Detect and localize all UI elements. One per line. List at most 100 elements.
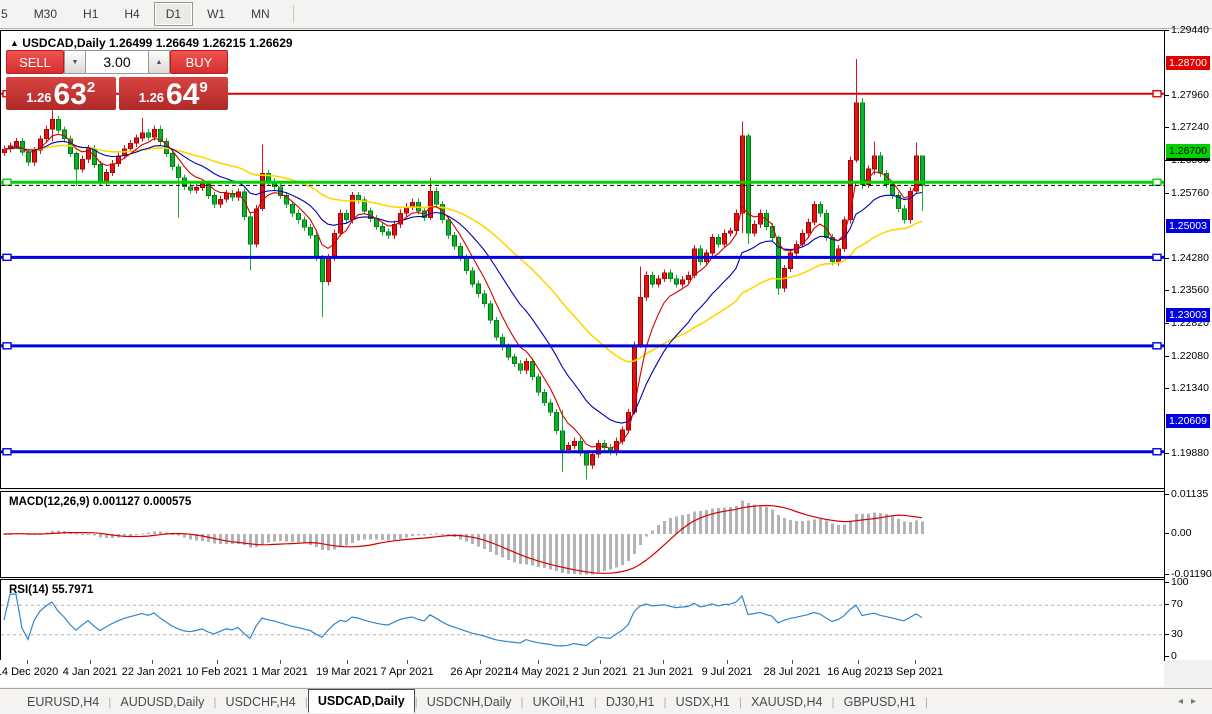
macd-bar [201, 534, 204, 541]
chart-tab-AUDUSD[interactable]: AUDUSD,Daily [111, 692, 213, 712]
macd-bar [87, 534, 90, 535]
chart-tab-UKOil[interactable]: UKOil,H1 [524, 692, 594, 712]
macd-bar [891, 516, 894, 534]
macd-bar [741, 501, 744, 534]
macd-bar [345, 534, 348, 546]
macd-bar [711, 509, 714, 534]
date-label: 4 Jan 2021 [63, 666, 117, 678]
buy-button[interactable]: BUY [170, 50, 228, 74]
macd-bar [753, 504, 756, 534]
candle-body [663, 273, 667, 279]
macd-bar [807, 521, 810, 534]
volume-input[interactable]: 3.00 [86, 50, 148, 74]
candle-body [351, 196, 355, 220]
arrow-down-icon: ▼ [72, 59, 79, 66]
macd-bar [465, 534, 468, 542]
candle-body [651, 275, 655, 284]
candle-body [339, 213, 343, 233]
date-label: 26 Apr 2021 [450, 666, 509, 678]
axis-tick-mark [1165, 258, 1169, 259]
price-level-badge: 1.28700 [1166, 56, 1210, 70]
axis-tick-mark [1165, 388, 1169, 389]
macd-signal-value: 0.000575 [143, 496, 191, 508]
rsi-panel[interactable]: RSI(14) 55.7971 [0, 579, 1165, 661]
chart-tab-EURUSD[interactable]: EURUSD,H4 [18, 692, 108, 712]
candle-body [129, 143, 133, 148]
macd-bar [483, 534, 486, 549]
candle-body [771, 226, 775, 237]
macd-bar [333, 534, 336, 550]
sell-button[interactable]: SELL [6, 50, 64, 74]
chart-tab-USDCAD[interactable]: USDCAD,Daily [308, 689, 415, 713]
macd-bar [423, 534, 426, 536]
macd-bar [783, 518, 786, 534]
timeframe-button-W1[interactable]: W1 [195, 2, 237, 26]
axis-tick-mark [1165, 323, 1169, 324]
buy-price-display[interactable]: 1.26 64 9 [119, 77, 229, 110]
candle-body [381, 226, 385, 231]
time-tick-mark [347, 660, 348, 664]
candle-body [591, 454, 595, 465]
candle-body [321, 257, 325, 281]
volume-decrease-button[interactable]: ▼ [64, 50, 86, 74]
date-label: 2 Jun 2021 [573, 666, 627, 678]
candle-body [357, 196, 361, 200]
chart-tab-XAUUSD[interactable]: XAUUSD,H4 [742, 692, 832, 712]
chart-tab-USDCHF[interactable]: USDCHF,H4 [217, 692, 305, 712]
price-tick-label: 1.29440 [1171, 24, 1209, 36]
timeframe-button-D1[interactable]: D1 [154, 2, 193, 26]
timeframe-button-5[interactable]: 5 [0, 2, 20, 26]
candlestick-series [3, 59, 925, 480]
candle-body [453, 235, 457, 246]
chart-tab-DJ30[interactable]: DJ30,H1 [597, 692, 664, 712]
macd-main-value: 0.001127 [93, 496, 140, 508]
candle-body [477, 284, 481, 294]
ohlc-close: 1.26629 [249, 36, 292, 50]
timeframe-button-MN[interactable]: MN [239, 2, 282, 26]
candle-body [807, 222, 811, 233]
macd-bar [411, 534, 414, 536]
candle-body [837, 249, 841, 262]
tab-separator: | [925, 695, 928, 709]
price-chart-panel[interactable]: ▲ USDCAD,Daily 1.26499 1.26649 1.26215 1… [0, 30, 1165, 489]
candle-body [195, 188, 199, 191]
candle-body [861, 103, 865, 185]
timeframe-button-M30[interactable]: M30 [22, 2, 69, 26]
macd-tick-label: 0.00 [1171, 527, 1191, 539]
timeframe-button-H1[interactable]: H1 [71, 2, 110, 26]
time-axis[interactable]: 14 Dec 20204 Jan 202122 Jan 202110 Feb 2… [0, 660, 1164, 687]
time-tick-mark [858, 660, 859, 664]
date-label: 21 Jun 2021 [633, 666, 694, 678]
candle-body [219, 199, 223, 204]
timeframe-button-H4[interactable]: H4 [112, 2, 151, 26]
volume-increase-button[interactable]: ▲ [148, 50, 170, 74]
price-axis[interactable]: 1.294401.279601.272401.265001.257601.242… [1164, 30, 1212, 660]
macd-bar [435, 533, 438, 534]
candle-body [687, 275, 691, 279]
time-tick-mark [663, 660, 664, 664]
candle-body [693, 249, 697, 276]
chart-tab-USDCNH[interactable]: USDCNH,Daily [418, 692, 521, 712]
macd-panel[interactable]: MACD(12,26,9) 0.001127 0.000575 [0, 491, 1165, 578]
time-tick-mark [152, 660, 153, 664]
price-level-badge: 1.26700 [1166, 144, 1210, 158]
macd-bar [525, 534, 528, 564]
macd-bar [81, 534, 84, 535]
price-tick-label: 1.23560 [1171, 284, 1209, 296]
candle-body [531, 361, 535, 376]
rsi-tick-label: 70 [1171, 598, 1183, 610]
chart-tab-GBPUSD[interactable]: GBPUSD,H1 [835, 692, 925, 712]
macd-bar [747, 503, 750, 534]
candle-body [723, 233, 727, 244]
macd-bar [849, 520, 852, 534]
chart-tab-USDX[interactable]: USDX,H1 [667, 692, 739, 712]
collapse-one-click-icon[interactable]: ▲ [10, 38, 19, 48]
axis-tick-mark [1165, 604, 1169, 605]
sell-price-display[interactable]: 1.26 63 2 [6, 77, 116, 110]
tab-scroll-arrows[interactable]: ◂▸ [1178, 696, 1204, 707]
macd-bar [909, 522, 912, 534]
macd-bar [99, 534, 102, 537]
macd-bar [813, 519, 816, 534]
candle-body [645, 275, 649, 297]
candle-body [741, 136, 745, 213]
